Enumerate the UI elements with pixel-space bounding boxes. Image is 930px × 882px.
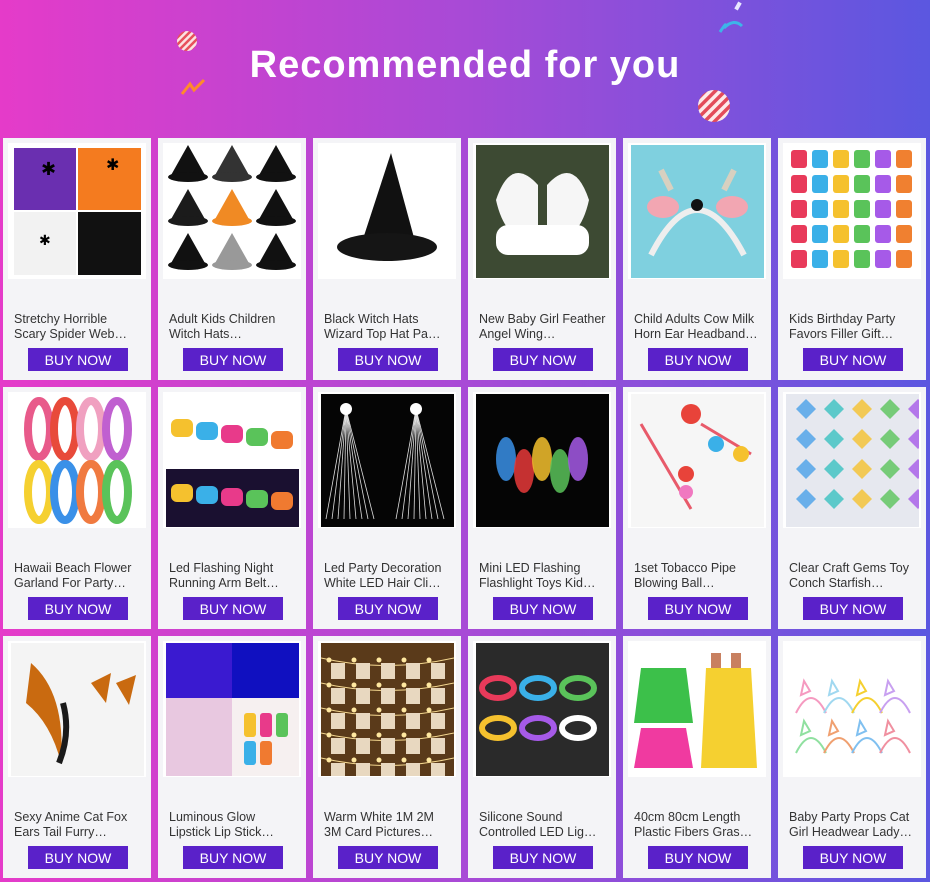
confetti-icon (718, 1, 744, 33)
product-image[interactable] (163, 143, 301, 279)
product-name[interactable]: Led Party Decoration White LED Hair Cli… (324, 561, 452, 591)
product-name[interactable]: 1set Tobacco Pipe Blowing Ball… (634, 561, 762, 591)
buy-now-button[interactable]: BUY NOW (648, 597, 748, 620)
glow-lipstick-icon (165, 642, 299, 776)
product-card[interactable]: Hawaii Beach Flower Garland For Party… B… (3, 387, 151, 629)
product-image[interactable] (8, 392, 146, 528)
product-card[interactable]: Kids Birthday Party Favors Filler Gift… … (778, 138, 926, 380)
witch-hats-icon (165, 144, 299, 278)
buy-now-button[interactable]: BUY NOW (648, 348, 748, 371)
product-image[interactable] (783, 392, 921, 528)
buy-now-button[interactable]: BUY NOW (28, 348, 128, 371)
product-card[interactable]: Led Party Decoration White LED Hair Cli…… (313, 387, 461, 629)
product-image[interactable]: ✱ ✱ ✱ (8, 143, 146, 279)
buy-now-button[interactable]: BUY NOW (648, 846, 748, 869)
buy-now-button[interactable]: BUY NOW (183, 597, 283, 620)
angel-wing-icon (475, 144, 609, 278)
flower-garland-icon (10, 393, 144, 527)
product-name[interactable]: Warm White 1M 2M 3M Card Pictures… (324, 810, 452, 840)
product-card[interactable]: Clear Craft Gems Toy Conch Starfish… BUY… (778, 387, 926, 629)
product-name[interactable]: 40cm 80cm Length Plastic Fibers Gras… (634, 810, 762, 840)
product-image[interactable] (163, 641, 301, 777)
product-name[interactable]: Sexy Anime Cat Fox Ears Tail Furry… (14, 810, 142, 840)
product-card[interactable]: Black Witch Hats Wizard Top Hat Pa… BUY … (313, 138, 461, 380)
fiber-hair-clip-icon (320, 393, 454, 527)
buy-now-button[interactable]: BUY NOW (183, 846, 283, 869)
buy-now-button[interactable]: BUY NOW (803, 597, 903, 620)
product-name[interactable]: Luminous Glow Lipstick Lip Stick… (169, 810, 297, 840)
cow-headband-icon (630, 144, 764, 278)
striped-ball-icon (698, 90, 730, 122)
page-title: Recommended for you (249, 44, 681, 86)
product-image[interactable] (8, 641, 146, 777)
buy-now-button[interactable]: BUY NOW (803, 348, 903, 371)
blowing-ball-icon (630, 393, 764, 527)
led-armband-icon (165, 393, 299, 527)
product-card[interactable]: 1set Tobacco Pipe Blowing Ball… BUY NOW (623, 387, 771, 629)
product-name[interactable]: Silicone Sound Controlled LED Lig… (479, 810, 607, 840)
spider-web-icon: ✱ ✱ ✱ (10, 144, 144, 278)
product-name[interactable]: New Baby Girl Feather Angel Wing… (479, 312, 607, 342)
product-card[interactable]: Sexy Anime Cat Fox Ears Tail Furry… BUY … (3, 636, 151, 878)
buy-now-button[interactable]: BUY NOW (338, 597, 438, 620)
buy-now-button[interactable]: BUY NOW (493, 597, 593, 620)
product-card[interactable]: Baby Party Props Cat Girl Headwear Lady…… (778, 636, 926, 878)
product-name[interactable]: Hawaii Beach Flower Garland For Party… (14, 561, 142, 591)
product-name[interactable]: Black Witch Hats Wizard Top Hat Pa… (324, 312, 452, 342)
craft-gems-icon (785, 393, 919, 527)
product-card[interactable]: Mini LED Flashing Flashlight Toys Kid… B… (468, 387, 616, 629)
photo-string-lights-icon (320, 642, 454, 776)
product-name[interactable]: Clear Craft Gems Toy Conch Starfish… (789, 561, 917, 591)
fox-tail-icon (10, 642, 144, 776)
product-name[interactable]: Kids Birthday Party Favors Filler Gift… (789, 312, 917, 342)
witch-hat-icon (320, 144, 454, 278)
product-image[interactable] (163, 392, 301, 528)
product-card[interactable]: New Baby Girl Feather Angel Wing… BUY NO… (468, 138, 616, 380)
product-name[interactable]: Adult Kids Children Witch Hats… (169, 312, 297, 342)
product-image[interactable] (318, 641, 456, 777)
buy-now-button[interactable]: BUY NOW (338, 846, 438, 869)
product-name[interactable]: Mini LED Flashing Flashlight Toys Kid… (479, 561, 607, 591)
product-image[interactable] (318, 392, 456, 528)
product-card[interactable]: Silicone Sound Controlled LED Lig… BUY N… (468, 636, 616, 878)
product-image[interactable] (628, 392, 766, 528)
led-wristband-icon (475, 642, 609, 776)
svg-text:✱: ✱ (106, 157, 119, 174)
product-card[interactable]: Child Adults Cow Milk Horn Ear Headband…… (623, 138, 771, 380)
product-card[interactable]: 40cm 80cm Length Plastic Fibers Gras… BU… (623, 636, 771, 878)
product-card[interactable]: Adult Kids Children Witch Hats… BUY NOW (158, 138, 306, 380)
party-favors-icon (785, 144, 919, 278)
product-card[interactable]: ✱ ✱ ✱ Stretchy Horrible Scary Spider Web… … (3, 138, 151, 380)
svg-text:✱: ✱ (41, 159, 56, 179)
buy-now-button[interactable]: BUY NOW (338, 348, 438, 371)
product-image[interactable] (783, 641, 921, 777)
buy-now-button[interactable]: BUY NOW (493, 348, 593, 371)
buy-now-button[interactable]: BUY NOW (183, 348, 283, 371)
product-name[interactable]: Led Flashing Night Running Arm Belt… (169, 561, 297, 591)
svg-text:✱: ✱ (39, 232, 51, 248)
product-image[interactable] (318, 143, 456, 279)
grass-skirt-icon (630, 642, 764, 776)
product-card[interactable]: Warm White 1M 2M 3M Card Pictures… BUY N… (313, 636, 461, 878)
product-name[interactable]: Baby Party Props Cat Girl Headwear Lady… (789, 810, 917, 840)
product-card[interactable]: Luminous Glow Lipstick Lip Stick… BUY NO… (158, 636, 306, 878)
product-image[interactable] (628, 641, 766, 777)
product-image[interactable] (473, 641, 611, 777)
product-card[interactable]: Led Flashing Night Running Arm Belt… BUY… (158, 387, 306, 629)
product-name[interactable]: Stretchy Horrible Scary Spider Web… (14, 312, 142, 342)
buy-now-button[interactable]: BUY NOW (493, 846, 593, 869)
cat-ear-headband-icon (785, 642, 919, 776)
product-image[interactable] (783, 143, 921, 279)
product-image[interactable] (473, 392, 611, 528)
product-image[interactable] (473, 143, 611, 279)
product-image[interactable] (628, 143, 766, 279)
product-name[interactable]: Child Adults Cow Milk Horn Ear Headband… (634, 312, 762, 342)
banner: Recommended for you (0, 0, 930, 136)
buy-now-button[interactable]: BUY NOW (28, 597, 128, 620)
buy-now-button[interactable]: BUY NOW (28, 846, 128, 869)
buy-now-button[interactable]: BUY NOW (803, 846, 903, 869)
led-bracelet-icon (475, 393, 609, 527)
